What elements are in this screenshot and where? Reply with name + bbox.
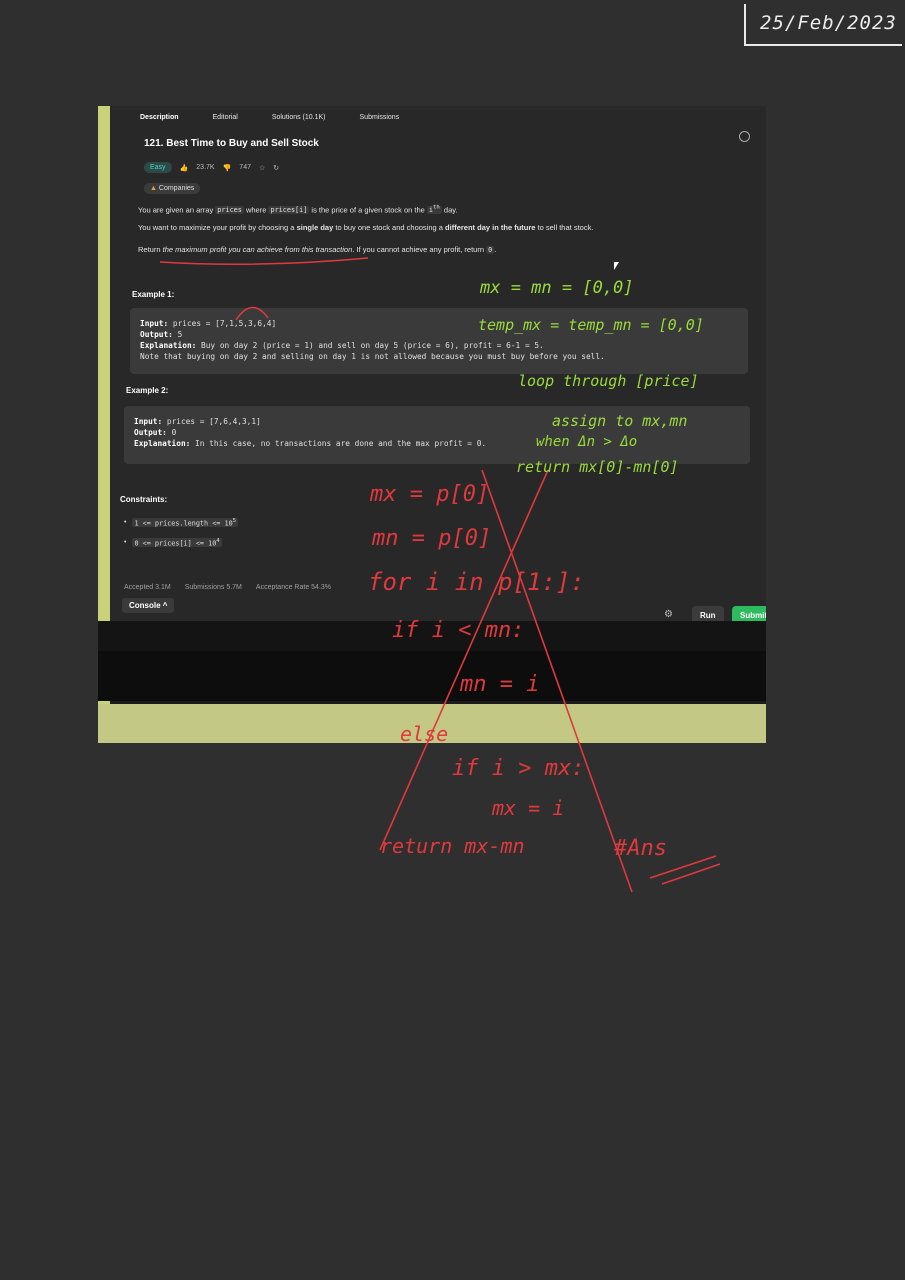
- red-note-1: mx = p[0]: [370, 482, 490, 507]
- red-note-8: mx = i: [492, 796, 565, 820]
- red-note-9: return mx-mn: [380, 834, 525, 858]
- green-note-1: mx = mn = [0,0]: [480, 278, 634, 298]
- red-note-5: mn = i: [460, 672, 540, 697]
- red-note-4: if i < mn:: [392, 618, 525, 643]
- green-note-3: loop through [price]: [518, 372, 699, 390]
- red-note-10: #Ans: [614, 836, 667, 861]
- green-note-2: temp_mx = temp_mn = [0,0]: [478, 316, 704, 334]
- red-note-2: mn = p[0]: [372, 526, 492, 551]
- red-note-7: if i > mx:: [452, 756, 585, 781]
- green-note-4: assign to mx,mn: [552, 412, 688, 430]
- green-note-5: when Δn > Δo: [536, 434, 638, 450]
- green-note-6: return mx[0]-mn[0]: [516, 458, 679, 476]
- red-underline: [159, 257, 369, 265]
- red-note-6: else: [400, 722, 449, 746]
- red-note-3: for i in p[1:]:: [368, 568, 585, 596]
- red-arrow: [235, 306, 269, 321]
